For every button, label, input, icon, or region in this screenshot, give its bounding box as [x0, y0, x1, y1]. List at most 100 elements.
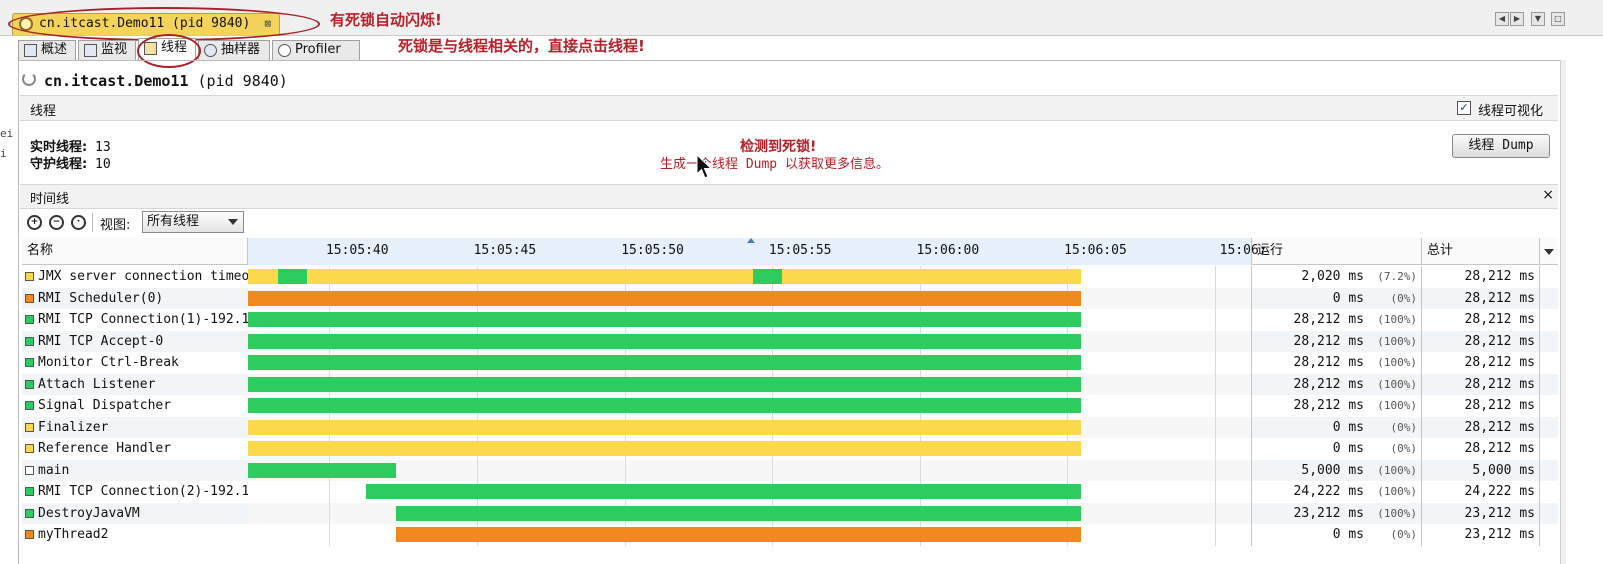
- activity-spinner-icon: [22, 72, 36, 86]
- table-row[interactable]: Attach Listener 28,212 ms (100%) 28,212 ms: [22, 373, 1558, 396]
- running-time: 0 ms: [1332, 441, 1364, 456]
- table-row[interactable]: Signal Dispatcher 28,212 ms (100%) 28,212 m…: [22, 395, 1558, 417]
- thread-name-cell: RMI Scheduler(0): [22, 288, 248, 310]
- running-percent: (100%): [1377, 377, 1417, 391]
- thread-timeline-cell: [248, 502, 1252, 524]
- vertical-scrollbar[interactable]: [1560, 60, 1566, 564]
- thread-name: Signal Dispatcher: [38, 398, 172, 413]
- timeline-tick-label: 15:06:05: [1064, 243, 1127, 258]
- mouse-cursor-icon: [696, 154, 713, 179]
- thread-dump-button[interactable]: 线程 Dump: [1452, 134, 1550, 158]
- tab-monitor[interactable]: 监视: [78, 40, 136, 60]
- thread-running-cell: 5,000 ms (100%): [1252, 459, 1422, 481]
- thread-name: DestroyJavaVM: [38, 505, 140, 521]
- thread-state-icon: [25, 422, 34, 432]
- table-row[interactable]: RMI TCP Connection(2)-192.1 24,222 ms (100…: [22, 481, 1558, 503]
- thread-total-cell: 5,000 ms: [1422, 459, 1540, 481]
- thread-state-bar: [752, 269, 783, 284]
- view-select[interactable]: 所有线程: [142, 211, 244, 233]
- tab-profiler[interactable]: Profiler: [272, 40, 360, 60]
- tab-list-icon[interactable]: ▼: [1531, 12, 1545, 26]
- tab-overview[interactable]: 概述: [18, 40, 76, 60]
- column-menu-button[interactable]: [1540, 238, 1558, 265]
- thread-name: Reference Handler: [38, 441, 172, 456]
- zoom-fit-icon[interactable]: ·: [71, 215, 86, 230]
- running-time: 28,212 ms: [1293, 333, 1364, 349]
- thread-timeline-cell: [248, 395, 1252, 417]
- column-header-running[interactable]: 运行: [1252, 238, 1422, 265]
- thread-name: Finalizer: [38, 419, 109, 435]
- thread-total-cell: 28,212 ms: [1422, 330, 1540, 352]
- table-row[interactable]: Finalizer 0 ms (0%) 28,212 ms: [22, 416, 1558, 438]
- thread-total-cell: 23,212 ms: [1422, 524, 1540, 546]
- thread-name-cell: RMI TCP Accept-0: [22, 331, 248, 353]
- maximize-icon[interactable]: □: [1551, 12, 1565, 26]
- daemon-threads-stat: 守护线程: 10: [30, 157, 111, 172]
- thread-timeline-cell: [248, 438, 1252, 460]
- timeline-tick-label: 15:05:55: [768, 243, 832, 258]
- column-header-name[interactable]: 名称: [22, 238, 248, 265]
- scroll-right-icon[interactable]: ▶: [1510, 12, 1524, 26]
- thread-state-bar: [248, 462, 396, 478]
- timeline-gridline: [1215, 352, 1217, 374]
- sampler-icon: [204, 44, 217, 57]
- thread-running-cell: 28,212 ms (100%): [1252, 373, 1422, 395]
- thread-timeline-cell: [248, 373, 1252, 395]
- thread-name-cell: Reference Handler: [22, 438, 248, 460]
- thread-state-bar: [395, 527, 1081, 542]
- thread-running-cell: 28,212 ms (100%): [1252, 309, 1422, 331]
- tab-sampler[interactable]: 抽样器: [198, 40, 270, 60]
- visualize-threads-checkbox[interactable]: ✓: [1457, 101, 1471, 115]
- running-time: 5,000 ms: [1301, 462, 1364, 478]
- timeline-gridline: [1215, 524, 1217, 546]
- zoom-out-icon[interactable]: −: [49, 215, 64, 230]
- thread-name: Attach Listener: [38, 376, 156, 392]
- thread-timeline-cell: [248, 330, 1252, 352]
- thread-running-cell: 0 ms (0%): [1252, 287, 1422, 309]
- thread-state-bar: [248, 355, 1081, 370]
- running-percent: (100%): [1377, 356, 1417, 369]
- thread-name: RMI TCP Connection(2)-192.1: [38, 484, 248, 499]
- timeline-gridline: [624, 459, 626, 481]
- table-row[interactable]: JMX server connection timeo 2,020 ms (7.2%…: [22, 266, 1558, 288]
- running-percent: (100%): [1377, 313, 1417, 326]
- zoom-in-icon[interactable]: +: [27, 215, 42, 230]
- thread-total-cell: 28,212 ms: [1422, 287, 1540, 309]
- table-row[interactable]: myThread2 0 ms (0%) 23,212 ms: [22, 524, 1558, 546]
- running-percent: (100%): [1377, 463, 1417, 477]
- deadlock-detected-message[interactable]: 生成一个线程 Dump 以获取更多信息。: [660, 153, 889, 172]
- thread-name-cell: RMI TCP Connection(1)-192.1: [22, 309, 248, 331]
- running-percent: (100%): [1377, 399, 1417, 412]
- close-timeline-icon[interactable]: ×: [1542, 187, 1554, 203]
- table-row[interactable]: main 5,000 ms (100%) 5,000 ms: [22, 459, 1558, 481]
- timeline-gridline: [1215, 373, 1217, 395]
- table-row[interactable]: Monitor Ctrl-Break 28,212 ms (100%) 28,212 …: [22, 352, 1558, 374]
- annotation-blink-note: 有死锁自动闪烁!: [330, 11, 442, 29]
- visualize-threads-label[interactable]: 线程可视化: [1478, 100, 1543, 119]
- table-row[interactable]: RMI Scheduler(0) 0 ms (0%) 28,212 ms: [22, 287, 1558, 310]
- timeline-gridline: [919, 459, 921, 481]
- scroll-left-icon[interactable]: ◀: [1495, 12, 1509, 26]
- running-time: 23,212 ms: [1293, 505, 1364, 521]
- column-header-total[interactable]: 总计: [1422, 238, 1540, 265]
- thread-running-cell: 2,020 ms (7.2%): [1252, 266, 1422, 288]
- thread-table-header: 名称 15:05:40 15:05:45 15:05:50 15:05:55 15:06…: [22, 238, 1558, 265]
- table-row[interactable]: Reference Handler 0 ms (0%) 28,212 ms: [22, 438, 1558, 460]
- table-row[interactable]: RMI TCP Accept-0 28,212 ms (100%) 28,212 ms: [22, 330, 1558, 353]
- thread-name-cell: RMI TCP Connection(2)-192.1: [22, 481, 248, 503]
- thread-state-bar: [248, 398, 1081, 413]
- timeline-gridline: [1215, 287, 1217, 309]
- thread-total-cell: 28,212 ms: [1422, 266, 1540, 288]
- thread-state-icon: [25, 465, 34, 475]
- thread-running-cell: 0 ms (0%): [1252, 524, 1422, 546]
- threads-section-title: 线程: [30, 104, 57, 119]
- timeline-gridline: [329, 481, 331, 503]
- timeline-gridline: [1215, 416, 1217, 438]
- thread-name-cell: Attach Listener: [22, 374, 248, 396]
- thread-running-cell: 24,222 ms (100%): [1252, 481, 1422, 503]
- thread-state-bar: [248, 333, 1081, 349]
- running-time: 28,212 ms: [1293, 376, 1364, 392]
- table-row[interactable]: DestroyJavaVM 23,212 ms (100%) 23,212 ms: [22, 502, 1558, 524]
- timeline-gridline: [329, 524, 331, 546]
- table-row[interactable]: RMI TCP Connection(1)-192.1 28,212 ms (100…: [22, 309, 1558, 331]
